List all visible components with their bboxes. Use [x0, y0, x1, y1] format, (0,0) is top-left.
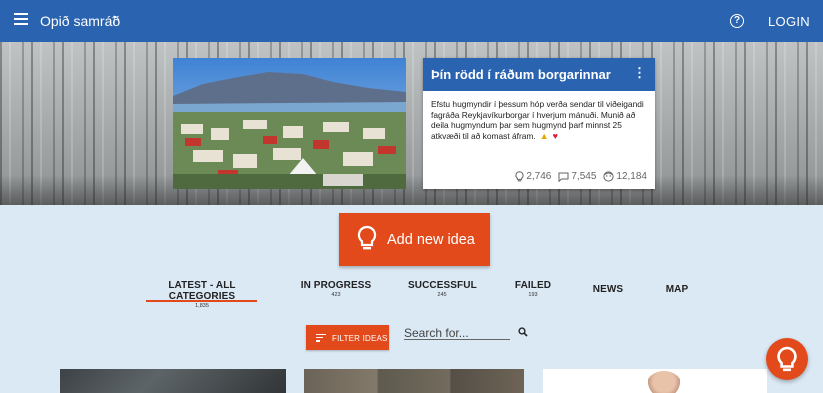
tab-failed[interactable]: FAILED 193 [510, 280, 556, 298]
floating-add-idea-button[interactable] [766, 338, 808, 380]
idea-card-preview[interactable] [60, 369, 286, 393]
card-stats: 2,746 7,545 12,184 [515, 171, 647, 182]
lightbulb-icon [357, 225, 377, 250]
face-icon [603, 171, 615, 182]
search-icon[interactable] [518, 327, 528, 337]
app-bar: Opið samráð ↑ ? LOGIN [0, 0, 823, 42]
add-idea-label: Add new idea [387, 232, 475, 248]
search-input[interactable] [404, 326, 510, 340]
praying-hands-icon: ▲ [539, 130, 549, 141]
idea-card-preview[interactable] [304, 369, 524, 393]
ideas-stat: 2,746 [515, 171, 551, 182]
filter-ideas-label: FILTER IDEAS [332, 334, 388, 343]
app-title[interactable]: Opið samráð [40, 13, 120, 29]
tab-count: 1,835 [195, 303, 209, 309]
card-header: Þín rödd í ráðum borgarinnar ⋮ [423, 58, 655, 91]
login-button[interactable]: LOGIN [768, 14, 810, 29]
lightbulb-icon [777, 346, 797, 372]
filter-ideas-button[interactable]: FILTER IDEAS [306, 325, 389, 350]
tab-map[interactable]: MAP [660, 284, 694, 295]
tab-label: FAILED [514, 280, 552, 291]
heart-icon: ♥ [552, 130, 558, 141]
featured-image[interactable] [173, 58, 406, 189]
tab-count: 423 [331, 292, 341, 298]
tab-latest[interactable]: LATEST - ALL CATEGORIES 1,835 [142, 280, 262, 309]
tab-label: NEWS [592, 284, 624, 295]
hero-banner [0, 42, 823, 205]
tab-label: SUCCESSFUL [408, 280, 477, 291]
tab-successful[interactable]: SUCCESSFUL 245 [408, 280, 477, 298]
menu-icon[interactable] [14, 13, 28, 27]
tab-count: 193 [528, 292, 538, 298]
lightbulb-icon [515, 171, 524, 182]
tab-label: MAP [665, 284, 689, 295]
tab-label: IN PROGRESS [300, 280, 372, 291]
comment-icon [558, 172, 569, 182]
tab-news[interactable]: NEWS [588, 284, 628, 295]
users-count: 12,184 [616, 171, 647, 182]
avatar [646, 371, 682, 393]
card-description-text: Efstu hugmyndir í þessum hóp verða senda… [431, 99, 644, 141]
idea-card-preview[interactable] [543, 369, 767, 393]
tab-label: LATEST - ALL CATEGORIES [168, 280, 236, 302]
active-tab-indicator [146, 300, 257, 302]
help-icon[interactable]: ? [730, 14, 744, 28]
card-description: Efstu hugmyndir í þessum hóp verða senda… [431, 99, 649, 141]
arrow-up-icon[interactable]: ↑ [110, 11, 119, 28]
comments-stat: 7,545 [558, 171, 596, 182]
tab-in-progress[interactable]: IN PROGRESS 423 [300, 280, 372, 298]
ideas-count: 2,746 [526, 171, 552, 182]
comments-count: 7,545 [571, 171, 597, 182]
filter-list-icon [316, 334, 326, 344]
more-vert-icon[interactable]: ⋮ [633, 66, 646, 79]
tab-count: 245 [437, 292, 447, 298]
featured-card[interactable]: Þín rödd í ráðum borgarinnar ⋮ Efstu hug… [423, 58, 655, 189]
users-stat: 12,184 [603, 171, 647, 182]
card-title[interactable]: Þín rödd í ráðum borgarinnar [431, 67, 611, 82]
add-idea-button[interactable]: Add new idea [339, 213, 490, 266]
